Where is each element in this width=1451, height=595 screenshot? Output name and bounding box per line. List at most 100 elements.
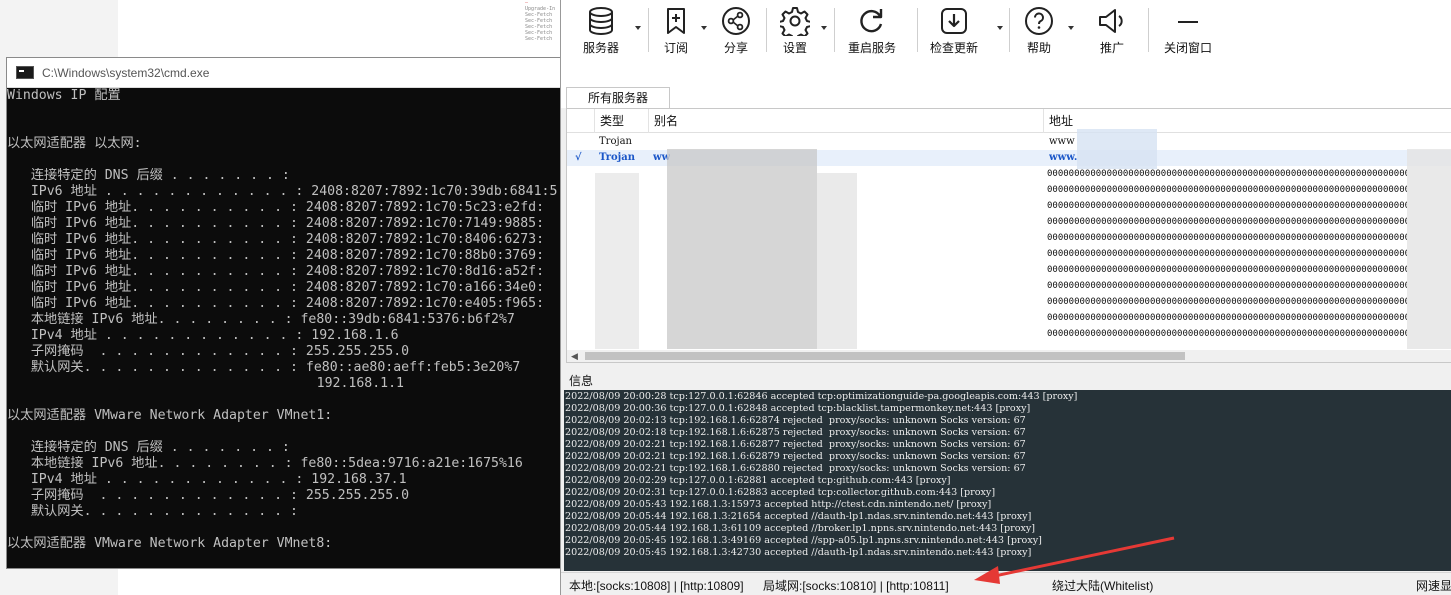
help-dropdown-arrow[interactable] (1068, 26, 1074, 30)
cmd-output-line: 本地链接 IPv6 地址. . . . . . . . : fe80::39db… (7, 312, 515, 327)
cmd-output-line: 临时 IPv6 地址. . . . . . . . . . : 2408:820… (7, 280, 545, 295)
annotation-arrow (974, 536, 1175, 584)
servers-label: 服务器 (583, 41, 620, 55)
server-address-redacted: 0000000000000000000000000000000000000000… (1047, 217, 1407, 227)
server-list[interactable]: 类型 别名 地址 Trojan www √ Trojan ww www. 000… (566, 108, 1451, 363)
cmd-output-line: 临时 IPv6 地址. . . . . . . . . . : 2408:820… (7, 248, 545, 263)
bookmark-add-icon (667, 8, 685, 34)
minimize-icon (1178, 21, 1198, 23)
toolbar-divider (834, 8, 835, 52)
log-entry: 2022/08/09 20:02:21 tcp:192.168.1.6:6287… (565, 439, 1026, 450)
cmd-output-line: 临时 IPv6 地址. . . . . . . . . . : 2408:820… (7, 216, 545, 231)
help-icon (1025, 7, 1053, 35)
server-type: Trojan (599, 136, 632, 147)
cmd-output-line (7, 120, 561, 136)
restart-service-button[interactable]: 重启服务 (848, 6, 896, 58)
server-address-redacted: 0000000000000000000000000000000000000000… (1047, 185, 1407, 195)
help-label: 帮助 (1026, 41, 1051, 55)
database-icon (589, 7, 613, 36)
tab-all-servers[interactable]: 所有服务器 (566, 87, 670, 108)
subscribe-label: 订阅 (663, 41, 688, 55)
server-address-redacted: 0000000000000000000000000000000000000000… (1047, 313, 1407, 323)
local-ports-status: 本地:[socks:10808] | [http:10809] (569, 579, 744, 593)
toolbar-divider (766, 8, 767, 52)
servers-button[interactable]: 服务器 (583, 6, 619, 58)
share-label: 分享 (723, 41, 748, 55)
server-address: www (1049, 136, 1075, 147)
share-icon (722, 7, 750, 35)
log-entry: 2022/08/09 20:02:21 tcp:192.168.1.6:6287… (565, 451, 1026, 462)
cmd-output: Windows IP 配置以太网适配器 以太网: 连接特定的 DNS 后缀 . … (7, 88, 561, 552)
lan-ports-status: 局域网:[socks:10810] | [http:10811] (763, 579, 949, 593)
cmd-output-line: 临时 IPv6 地址. . . . . . . . . . : 2408:820… (7, 264, 545, 279)
servers-dropdown-arrow[interactable] (635, 26, 641, 30)
promotion-button[interactable]: 推广 (1097, 6, 1127, 58)
server-address-redacted: 0000000000000000000000000000000000000000… (1047, 249, 1407, 259)
horizontal-scrollbar[interactable]: ◀ (567, 350, 1451, 362)
column-header-alias[interactable]: 别名 (648, 109, 1043, 133)
cmd-output-line: 以太网适配器 VMware Network Adapter VMnet1: (7, 408, 333, 423)
redacted-area (817, 173, 857, 349)
server-type: Trojan (599, 152, 636, 163)
log-entry: 2022/08/09 20:02:18 tcp:192.168.1.6:6287… (565, 427, 1026, 438)
speaker-icon (1099, 9, 1123, 33)
cmd-window[interactable]: C:\Windows\system32\cmd.exe Windows IP 配… (6, 57, 562, 569)
log-entry: 2022/08/09 20:02:31 tcp:127.0.0.1:62883 … (565, 487, 996, 498)
cmd-output-line: Windows IP 配置 (7, 88, 121, 103)
download-icon (941, 8, 967, 34)
check-update-button[interactable]: 检查更新 (930, 6, 978, 58)
redacted-area (1407, 149, 1451, 349)
cmd-output-line: 以太网适配器 以太网: (7, 136, 142, 151)
column-header-type[interactable]: 类型 (594, 109, 648, 133)
cmd-output-line: 连接特定的 DNS 后缀 . . . . . . . : (7, 168, 290, 183)
cmd-output-line: IPv4 地址 . . . . . . . . . . . . : 192.16… (7, 472, 407, 487)
cmd-output-line: 子网掩码 . . . . . . . . . . . . : 255.255.2… (7, 344, 410, 359)
server-address-redacted: 0000000000000000000000000000000000000000… (1047, 281, 1407, 291)
check-update-dropdown-arrow[interactable] (997, 26, 1003, 30)
cmd-output-line: 子网掩码 . . . . . . . . . . . . : 255.255.2… (7, 488, 410, 503)
cmd-window-title: C:\Windows\system32\cmd.exe (42, 65, 210, 80)
cmd-output-line: IPv6 地址 . . . . . . . . . . . . : 2408:8… (7, 184, 558, 199)
cmd-output-line (7, 152, 561, 168)
proxy-client-window: 服务器 订阅 分享 设置 重启服务 检查更新 帮助 推广 关闭窗口 所有服务器 … (560, 0, 1451, 595)
log-entry: 2022/08/09 20:02:21 tcp:192.168.1.6:6288… (565, 463, 1026, 474)
close-window-button[interactable]: 关闭窗口 (1164, 6, 1212, 58)
cmd-output-line (7, 392, 561, 408)
speed-status: 网速显示 (1416, 579, 1451, 593)
server-address-redacted: 0000000000000000000000000000000000000000… (1047, 329, 1407, 339)
gear-icon (780, 7, 810, 36)
cmd-output-line: 默认网关. . . . . . . . . . . . . : fe80::ae… (7, 360, 521, 375)
restart-service-label: 重启服务 (848, 41, 897, 55)
settings-dropdown-arrow[interactable] (821, 26, 827, 30)
subscribe-button[interactable]: 订阅 (661, 6, 691, 58)
cmd-output-line: 默认网关. . . . . . . . . . . . . : (7, 504, 298, 519)
server-address: www. (1049, 152, 1078, 163)
settings-button[interactable]: 设置 (780, 6, 810, 58)
server-address-redacted: 0000000000000000000000000000000000000000… (1047, 265, 1407, 275)
share-button[interactable]: 分享 (721, 6, 751, 58)
cmd-output-line: 临时 IPv6 地址. . . . . . . . . . : 2408:820… (7, 200, 545, 215)
active-check-icon: √ (575, 152, 582, 163)
toolbar-divider (1148, 8, 1149, 52)
log-entry: 2022/08/09 20:05:43 192.168.1.3:15973 ac… (565, 499, 992, 510)
subscribe-dropdown-arrow[interactable] (701, 26, 707, 30)
redacted-area (667, 149, 817, 349)
log-entry: 2022/08/09 20:02:13 tcp:192.168.1.6:6287… (565, 415, 1026, 426)
log-entry: 2022/08/09 20:00:28 tcp:127.0.0.1:62846 … (565, 391, 1078, 402)
scrollbar-thumb[interactable] (585, 352, 1185, 360)
log-entry: 2022/08/09 20:05:44 192.168.1.3:21654 ac… (565, 511, 1032, 522)
help-button[interactable]: 帮助 (1024, 6, 1054, 58)
cmd-titlebar[interactable]: C:\Windows\system32\cmd.exe (7, 58, 561, 88)
server-address-redacted: 0000000000000000000000000000000000000000… (1047, 201, 1407, 211)
log-entry: 2022/08/09 20:00:36 tcp:127.0.0.1:62848 … (565, 403, 1031, 414)
toolbar: 服务器 订阅 分享 设置 重启服务 检查更新 帮助 推广 关闭窗口 (561, 0, 1451, 62)
server-row[interactable]: Trojan www (567, 134, 1451, 150)
cmd-output-line: IPv4 地址 . . . . . . . . . . . . : 192.16… (7, 328, 399, 343)
settings-label: 设置 (782, 41, 807, 55)
redacted-area (1077, 129, 1157, 169)
cmd-output-line: 本地链接 IPv6 地址. . . . . . . . : fe80::5dea… (7, 456, 523, 471)
cmd-output-line: 连接特定的 DNS 后缀 . . . . . . . : (7, 440, 290, 455)
server-tabs: 所有服务器 (561, 62, 1451, 108)
log-entry: 2022/08/09 20:02:29 tcp:127.0.0.1:62881 … (565, 475, 951, 486)
scroll-left-icon[interactable]: ◀ (571, 350, 578, 362)
